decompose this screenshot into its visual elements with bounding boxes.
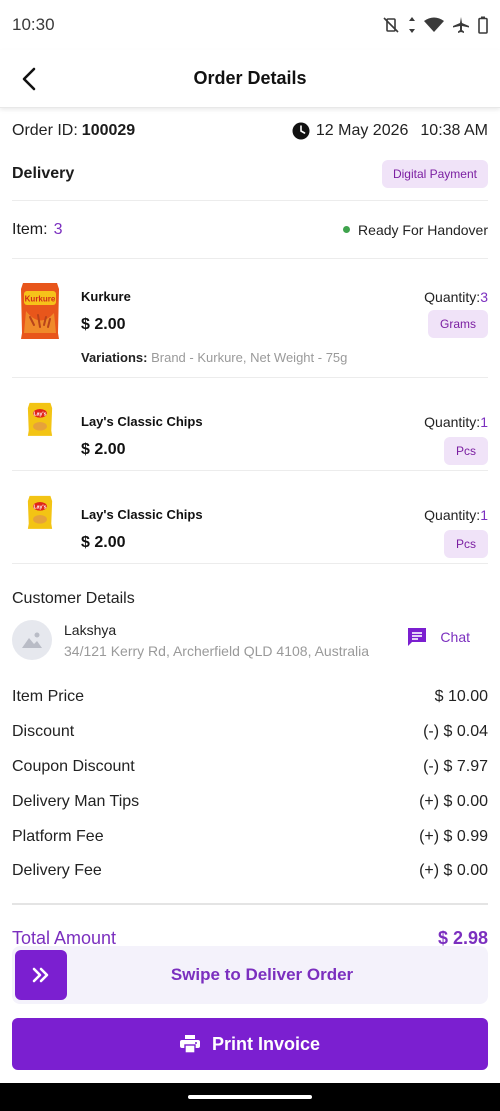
product-quantity: Quantity:3	[424, 289, 488, 305]
chat-label: Chat	[440, 629, 470, 645]
customer-name: Lakshya	[64, 622, 117, 638]
price-value: (+) $ 0.99	[419, 827, 488, 845]
product-quantity: Quantity:1	[424, 507, 488, 523]
delivery-row: Delivery Digital Payment	[12, 154, 488, 194]
price-row: Platform Fee (+) $ 0.99	[12, 819, 488, 854]
order-status-text: Ready For Handover	[358, 221, 488, 238]
price-value: (+) $ 0.00	[419, 792, 488, 810]
wifi-icon	[424, 17, 444, 32]
clock-icon	[292, 122, 310, 140]
price-breakdown: Item Price $ 10.00 Discount (-) $ 0.04 Cou…	[12, 680, 488, 889]
price-row: Discount (-) $ 0.04	[12, 715, 488, 750]
svg-text:Lay's: Lay's	[33, 505, 46, 511]
print-invoice-button[interactable]: Print Invoice	[12, 1018, 488, 1070]
price-row: Delivery Fee (+) $ 0.00	[12, 854, 488, 889]
product-quantity: Quantity:1	[424, 414, 488, 430]
quantity-value: 1	[480, 414, 488, 430]
items-count: 3	[53, 220, 63, 238]
order-id-label: Order ID:	[12, 122, 78, 139]
items-label: Item:	[12, 220, 48, 238]
print-invoice-label: Print Invoice	[211, 1033, 321, 1054]
airplane-icon	[453, 17, 469, 33]
data-arrows-icon	[409, 17, 415, 33]
avatar	[12, 620, 52, 660]
items-status-row: Item: 3 Ready For Handover	[12, 201, 488, 258]
chat-icon	[408, 628, 427, 646]
status-time: 10:30	[12, 15, 55, 34]
back-button[interactable]	[14, 64, 44, 94]
product-price: $ 2.00	[81, 316, 126, 333]
product-variations: Variations: Brand - Kurkure, Net Weight …	[81, 350, 347, 365]
order-details-content: Order ID: 100029 12 May 2026 10:38 AM Del…	[12, 108, 488, 965]
product-name: Kurkure	[81, 289, 131, 304]
unit-badge: Pcs	[443, 530, 488, 558]
product-price: $ 2.00	[81, 534, 126, 551]
customer-row: Lakshya 34/121 Kerry Rd, Archerfield QLD…	[12, 608, 488, 678]
product-item: Lay's Lay's Classic Chips $ 2.00 Quantit…	[12, 378, 488, 470]
arrow-back-icon	[22, 67, 36, 91]
customer-details-heading: Customer Details	[12, 590, 135, 607]
order-info-row: Order ID: 100029 12 May 2026 10:38 AM	[12, 108, 488, 154]
product-item: Lay's Lay's Classic Chips $ 2.00 Quantit…	[12, 471, 488, 563]
status-icons	[382, 16, 488, 34]
lays-pack-icon: Lay's	[27, 495, 53, 529]
product-name: Lay's Classic Chips	[81, 414, 203, 429]
price-value: (-) $ 0.04	[423, 723, 488, 741]
price-label: Platform Fee	[12, 827, 104, 845]
price-label: Coupon Discount	[12, 757, 135, 775]
variations-value: Brand - Kurkure, Net Weight - 75g	[151, 350, 348, 365]
delivery-type-label: Delivery	[12, 165, 75, 182]
price-value: $ 10.00	[434, 688, 488, 706]
home-gesture-handle[interactable]	[188, 1095, 312, 1099]
order-status: Ready For Handover	[343, 222, 488, 238]
quantity-label: Quantity:	[424, 507, 481, 523]
divider	[12, 563, 488, 564]
status-bar: 10:30	[0, 0, 500, 50]
quantity-label: Quantity:	[424, 289, 481, 305]
price-value: (+) $ 0.00	[419, 862, 488, 880]
order-id-value: 100029	[81, 122, 136, 139]
unit-badge: Grams	[428, 310, 488, 338]
product-item: Kurkure Kurkure $ 2.00 Variations: Brand…	[12, 259, 488, 377]
product-name: Lay's Classic Chips	[81, 507, 203, 522]
price-row: Item Price $ 10.00	[12, 680, 488, 715]
order-date: 12 May 2026	[315, 122, 409, 139]
payment-method-badge: Digital Payment	[381, 160, 488, 188]
variations-label: Variations:	[81, 350, 148, 365]
chat-button[interactable]: Chat	[406, 626, 470, 648]
image-placeholder-icon	[22, 632, 42, 648]
swipe-to-deliver-slider[interactable]: Swipe to Deliver Order	[12, 946, 488, 1004]
price-row: Coupon Discount (-) $ 7.97	[12, 750, 488, 785]
app-bar: Order Details	[0, 50, 500, 108]
unit-badge: Pcs	[443, 437, 488, 465]
system-nav-bar	[0, 1083, 500, 1111]
quantity-value: 3	[480, 289, 488, 305]
printer-icon	[179, 1035, 200, 1053]
order-time: 10:38 AM	[420, 122, 488, 139]
price-label: Discount	[12, 723, 75, 741]
price-value: (-) $ 7.97	[423, 757, 488, 775]
kurkure-pack-icon: Kurkure	[21, 283, 59, 339]
quantity-value: 1	[480, 507, 488, 523]
battery-icon	[478, 16, 488, 34]
quantity-label: Quantity:	[424, 414, 481, 430]
swipe-label: Swipe to Deliver Order	[170, 965, 354, 984]
customer-address: 34/121 Kerry Rd, Archerfield QLD 4108, A…	[64, 643, 370, 659]
svg-text:Lay's: Lay's	[33, 412, 46, 418]
product-price: $ 2.00	[81, 441, 126, 458]
status-dot-icon	[343, 226, 351, 233]
price-label: Delivery Fee	[12, 862, 102, 880]
lays-pack-icon: Lay's	[27, 402, 53, 436]
svg-text:Kurkure: Kurkure	[25, 295, 56, 304]
order-datetime: 12 May 2026 10:38 AM	[292, 122, 488, 140]
price-label: Delivery Man Tips	[12, 792, 140, 810]
page-title: Order Details	[193, 68, 307, 88]
price-label: Item Price	[12, 688, 85, 706]
price-row: Delivery Man Tips (+) $ 0.00	[12, 784, 488, 819]
vibrate-off-icon	[383, 17, 399, 33]
